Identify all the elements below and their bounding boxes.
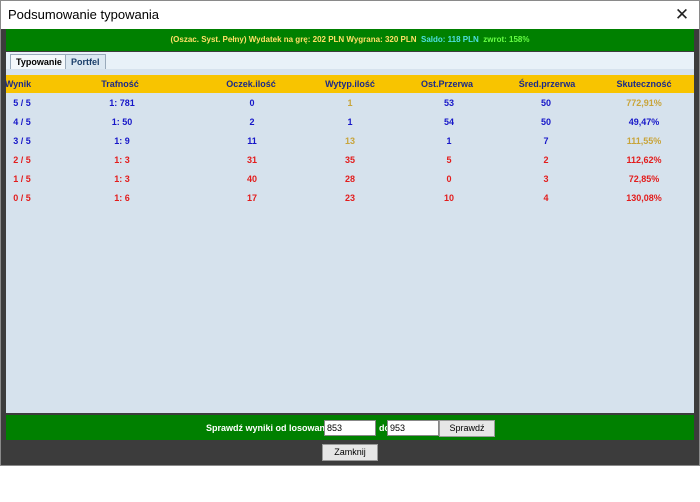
cell-sred: 2 xyxy=(543,155,549,165)
cell-skut: 772,91% xyxy=(626,98,662,108)
cell-trafnosc: 1: 50 xyxy=(111,117,133,127)
summary-main: (Oszac. Syst. Pełny) Wydatek na grę: 202… xyxy=(170,35,417,44)
cell-wynik: 1 / 5 xyxy=(13,174,31,184)
table-row: 2 / 5 1: 3 31 35 5 2 112,62% xyxy=(6,155,694,169)
header-oczek: Oczek.ilość xyxy=(226,79,276,89)
cell-oczek: 40 xyxy=(246,174,258,184)
summary-bar: (Oszac. Syst. Pełny) Wydatek na grę: 202… xyxy=(6,29,694,51)
header-wynik: Wynik xyxy=(4,79,32,89)
cell-wytyp: 23 xyxy=(344,193,356,203)
check-results-bar: Sprawdź wyniki od losowania: do Sprawdź xyxy=(6,415,694,440)
tab-portfel[interactable]: Portfel xyxy=(65,54,106,69)
cell-oczek: 2 xyxy=(249,117,255,127)
draw-from-input[interactable] xyxy=(324,420,376,436)
tab-typowanie[interactable]: Typowanie xyxy=(10,54,68,69)
cell-wynik: 4 / 5 xyxy=(13,117,31,127)
cell-ost: 53 xyxy=(443,98,455,108)
cell-wynik: 0 / 5 xyxy=(13,193,31,203)
cell-skut: 72,85% xyxy=(628,174,660,184)
cell-skut: 49,47% xyxy=(628,117,660,127)
cell-oczek: 17 xyxy=(246,193,258,203)
cell-sred: 50 xyxy=(540,117,552,127)
cell-trafnosc: 1: 6 xyxy=(114,193,130,203)
cell-wynik: 2 / 5 xyxy=(13,155,31,165)
header-ost: Ost.Przerwa xyxy=(420,79,474,89)
cell-sred: 3 xyxy=(543,174,549,184)
table-row: 0 / 5 1: 6 17 23 10 4 130,08% xyxy=(6,193,694,207)
header-sred: Śred.przerwa xyxy=(518,79,576,89)
close-button[interactable]: Zamknij xyxy=(322,444,378,461)
cell-wytyp: 13 xyxy=(344,136,356,146)
table-row: 3 / 5 1: 9 11 13 1 7 111,55% xyxy=(6,136,694,150)
cell-sred: 7 xyxy=(543,136,549,146)
window-title: Podsumowanie typowania xyxy=(8,7,160,22)
summary-return: zwrot: 158% xyxy=(483,35,530,44)
cell-wytyp: 28 xyxy=(344,174,356,184)
cell-oczek: 0 xyxy=(249,98,255,108)
header-wytyp: Wytyp.ilość xyxy=(325,79,375,89)
header-trafnosc: Trafność xyxy=(101,79,139,89)
summary-saldo: Saldo: 118 PLN xyxy=(420,35,479,44)
cell-wynik: 3 / 5 xyxy=(13,136,31,146)
check-label: Sprawdź wyniki od losowania: xyxy=(206,423,336,433)
table-row: 5 / 5 1: 781 0 1 53 50 772,91% xyxy=(6,98,694,112)
cell-wytyp: 1 xyxy=(347,98,353,108)
cell-oczek: 11 xyxy=(247,136,257,146)
cell-wytyp: 35 xyxy=(344,155,356,165)
cell-trafnosc: 1: 781 xyxy=(109,98,135,108)
results-table: Wynik Trafność Oczek.ilość Wytyp.ilość O… xyxy=(4,69,694,413)
summary-window: Podsumowanie typowania ✕ (Oszac. Syst. P… xyxy=(0,0,700,466)
cell-skut: 112,62% xyxy=(626,155,662,165)
cell-oczek: 31 xyxy=(246,155,258,165)
title-bar: Podsumowanie typowania ✕ xyxy=(1,1,699,29)
draw-to-input[interactable] xyxy=(387,420,439,436)
cell-sred: 4 xyxy=(543,193,549,203)
close-icon[interactable]: ✕ xyxy=(665,1,699,29)
check-button[interactable]: Sprawdź xyxy=(439,420,495,437)
table-header: Wynik Trafność Oczek.ilość Wytyp.ilość O… xyxy=(4,75,694,93)
cell-ost: 5 xyxy=(446,155,452,165)
cell-ost: 54 xyxy=(443,117,455,127)
table-row: 4 / 5 1: 50 2 1 54 50 49,47% xyxy=(6,117,694,131)
cell-ost: 10 xyxy=(443,193,455,203)
cell-trafnosc: 1: 9 xyxy=(114,136,130,146)
cell-trafnosc: 1: 3 xyxy=(114,155,130,165)
cell-ost: 0 xyxy=(446,174,452,184)
cell-ost: 1 xyxy=(446,136,452,146)
cell-wytyp: 1 xyxy=(347,117,353,127)
tab-strip: Typowanie Portfel xyxy=(6,52,694,69)
cell-sred: 50 xyxy=(540,98,552,108)
table-row: 1 / 5 1: 3 40 28 0 3 72,85% xyxy=(6,174,694,188)
cell-skut: 130,08% xyxy=(626,193,662,203)
header-skut: Skuteczność xyxy=(616,79,672,89)
cell-wynik: 5 / 5 xyxy=(13,98,31,108)
cell-skut: 111,55% xyxy=(626,136,662,146)
cell-trafnosc: 1: 3 xyxy=(114,174,130,184)
